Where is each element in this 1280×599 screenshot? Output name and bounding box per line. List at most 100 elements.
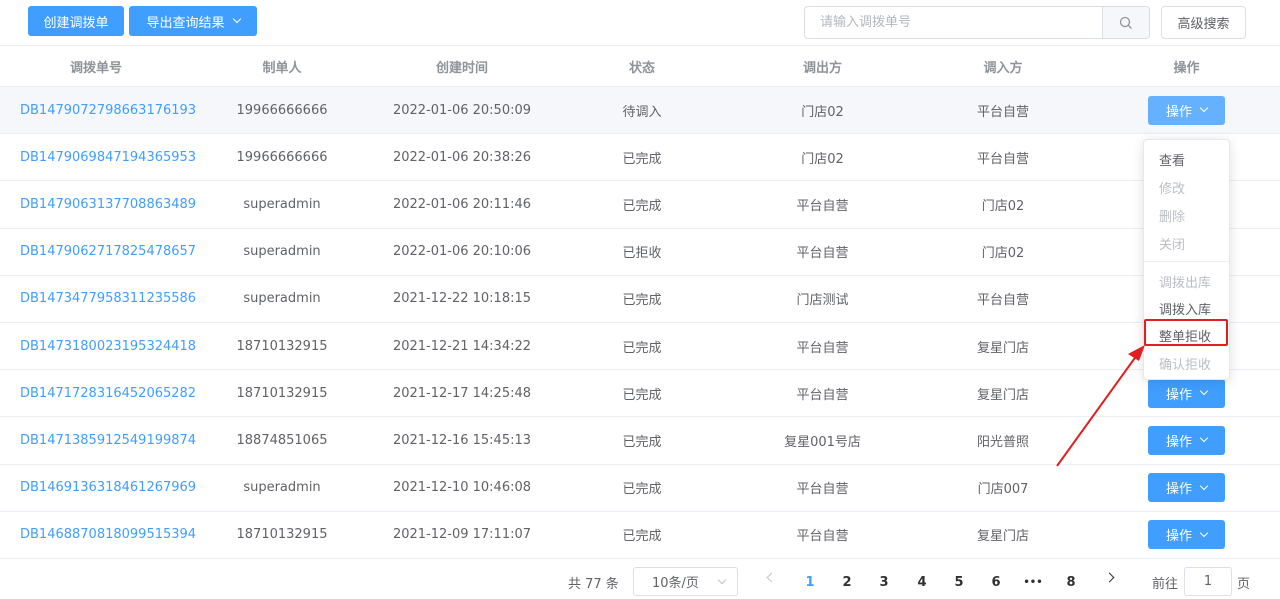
chevron-down-icon	[717, 575, 727, 585]
column-header-status: 状态	[628, 60, 655, 76]
creator-cell: 19966666666	[236, 102, 328, 118]
search-button[interactable]	[1102, 6, 1150, 39]
chevron-down-icon	[1199, 386, 1209, 396]
creator-cell: 18710132915	[236, 527, 328, 543]
export-results-button[interactable]: 导出查询结果	[129, 6, 257, 36]
create-transfer-label: 创建调拨单	[43, 15, 109, 31]
page-number[interactable]: 8	[1059, 566, 1083, 598]
creator-cell: 18710132915	[236, 338, 328, 354]
to-cell: 平台自营	[976, 293, 1029, 309]
order-number-link[interactable]: DB1473477958311235586	[20, 291, 196, 306]
created-time-cell: 2022-01-06 20:11:46	[392, 196, 532, 212]
created-time-cell: 2022-01-06 20:10:06	[392, 244, 532, 260]
created-time-cell: 2021-12-16 15:45:13	[392, 432, 532, 448]
page-size-select[interactable]: 10条/页	[633, 567, 738, 596]
from-cell: 平台自营	[796, 482, 849, 498]
page-size-value: 10条/页	[652, 576, 699, 591]
table-row: DB1479062717825478657 superadmin 2022-01…	[0, 229, 1280, 276]
to-cell: 门店02	[981, 246, 1025, 262]
page-number[interactable]: 6	[984, 566, 1008, 598]
order-number-link[interactable]: DB1471728316452065282	[20, 386, 196, 401]
menu-item-transfer-out: 调拨出库	[1159, 275, 1212, 291]
chevron-down-icon	[1199, 103, 1209, 113]
actions-dropdown-button[interactable]: 操作	[1148, 95, 1225, 125]
order-number-link[interactable]: DB1479072798663176193	[20, 103, 196, 118]
actions-dropdown-button[interactable]: 操作	[1148, 473, 1225, 503]
menu-item-delete: 删除	[1159, 209, 1186, 225]
created-time-cell: 2022-01-06 20:38:26	[392, 149, 532, 165]
order-number-link[interactable]: DB1479069847194365953	[20, 150, 196, 165]
from-cell: 复星001号店	[784, 434, 861, 450]
from-cell: 平台自营	[796, 529, 849, 545]
next-page-icon[interactable]	[1104, 572, 1115, 583]
advanced-search-button[interactable]: 高级搜索	[1161, 6, 1246, 39]
page-number[interactable]: 5	[947, 566, 971, 598]
pagination: 共 77 条 10条/页 1 2 3 4 5 6 ••• 8 前往 1 页	[0, 566, 1280, 598]
status-cell: 已完成	[622, 293, 662, 309]
created-time-cell: 2021-12-10 10:46:08	[392, 480, 532, 496]
order-number-link[interactable]: DB1473180023195324418	[20, 339, 196, 354]
goto-page-input[interactable]: 1	[1184, 567, 1232, 596]
table-header: 调拨单号 制单人 创建时间 状态 调出方 调入方 操作	[0, 45, 1280, 87]
from-cell: 平台自营	[796, 198, 849, 214]
prev-page-icon[interactable]	[766, 572, 777, 583]
transfer-table: 调拨单号 制单人 创建时间 状态 调出方 调入方 操作 DB1479072798…	[0, 45, 1280, 559]
page-number[interactable]: 3	[872, 566, 896, 598]
more-pages-icon[interactable]: •••	[1021, 566, 1045, 598]
menu-item-transfer-in[interactable]: 调拨入库	[1144, 294, 1229, 322]
table-row: DB1473477958311235586 superadmin 2021-12…	[0, 276, 1280, 323]
to-cell: 阳光普照	[976, 434, 1029, 450]
order-number-link[interactable]: DB1471385912549199874	[20, 433, 196, 448]
order-number-link[interactable]: DB1479062717825478657	[20, 244, 196, 259]
menu-divider	[1144, 261, 1229, 262]
column-header-to: 调入方	[983, 60, 1023, 76]
search-input[interactable]	[804, 6, 1104, 39]
actions-dropdown-button[interactable]: 操作	[1148, 520, 1225, 550]
menu-item-close: 关闭	[1159, 237, 1186, 253]
order-number-link[interactable]: DB1479063137708863489	[20, 197, 196, 212]
creator-cell: superadmin	[243, 244, 321, 260]
table-row: DB1479063137708863489 superadmin 2022-01…	[0, 181, 1280, 229]
actions-dropdown-button[interactable]: 操作	[1148, 425, 1225, 455]
menu-item-confirm-reject: 确认拒收	[1159, 357, 1212, 373]
created-time-cell: 2021-12-17 14:25:48	[392, 385, 532, 401]
transfer-order-page: 创建调拨单 导出查询结果 高级搜索 调拨单号 制单人 创建时间 状态 调出方 调…	[0, 0, 1280, 599]
highlight-box	[1144, 319, 1228, 346]
page-number[interactable]: 1	[798, 566, 822, 598]
status-cell: 待调入	[622, 104, 662, 120]
from-cell: 平台自营	[796, 387, 849, 403]
creator-cell: superadmin	[243, 480, 321, 496]
column-header-order-no: 调拨单号	[69, 60, 122, 76]
goto-unit: 页	[1237, 577, 1251, 592]
chevron-down-icon	[1199, 528, 1209, 538]
create-transfer-button[interactable]: 创建调拨单	[28, 6, 124, 36]
pagination-total: 共 77 条	[568, 577, 619, 592]
creator-cell: 18874851065	[236, 432, 328, 448]
created-time-cell: 2022-01-06 20:50:09	[392, 102, 532, 118]
to-cell: 复星门店	[976, 387, 1029, 403]
menu-item-view[interactable]: 查看	[1144, 145, 1229, 173]
actions-label: 操作	[1165, 104, 1192, 120]
to-cell: 门店02	[981, 198, 1025, 214]
order-number-link[interactable]: DB1469136318461267969	[20, 480, 196, 495]
table-row: DB1479072798663176193 19966666666 2022-0…	[0, 87, 1280, 135]
from-cell: 门店02	[801, 151, 844, 167]
to-cell: 门店007	[977, 482, 1029, 498]
actions-dropdown-button[interactable]: 操作	[1148, 378, 1225, 408]
actions-label: 操作	[1165, 387, 1192, 403]
actions-label: 操作	[1165, 529, 1192, 545]
from-cell: 平台自营	[796, 246, 849, 262]
goto-label: 前往	[1152, 577, 1179, 592]
status-cell: 已完成	[622, 198, 662, 214]
to-cell: 复星门店	[976, 340, 1029, 356]
to-cell: 复星门店	[976, 529, 1029, 545]
table-row: DB1469136318461267969 superadmin 2021-12…	[0, 465, 1280, 512]
status-cell: 已完成	[622, 434, 662, 450]
page-number[interactable]: 4	[910, 566, 934, 598]
created-time-cell: 2021-12-21 14:34:22	[392, 338, 532, 354]
export-results-label: 导出查询结果	[146, 15, 225, 31]
page-number[interactable]: 2	[835, 566, 859, 598]
order-number-link[interactable]: DB1468870818099515394	[20, 527, 196, 542]
status-cell: 已完成	[622, 529, 662, 545]
search-icon	[1119, 16, 1132, 29]
